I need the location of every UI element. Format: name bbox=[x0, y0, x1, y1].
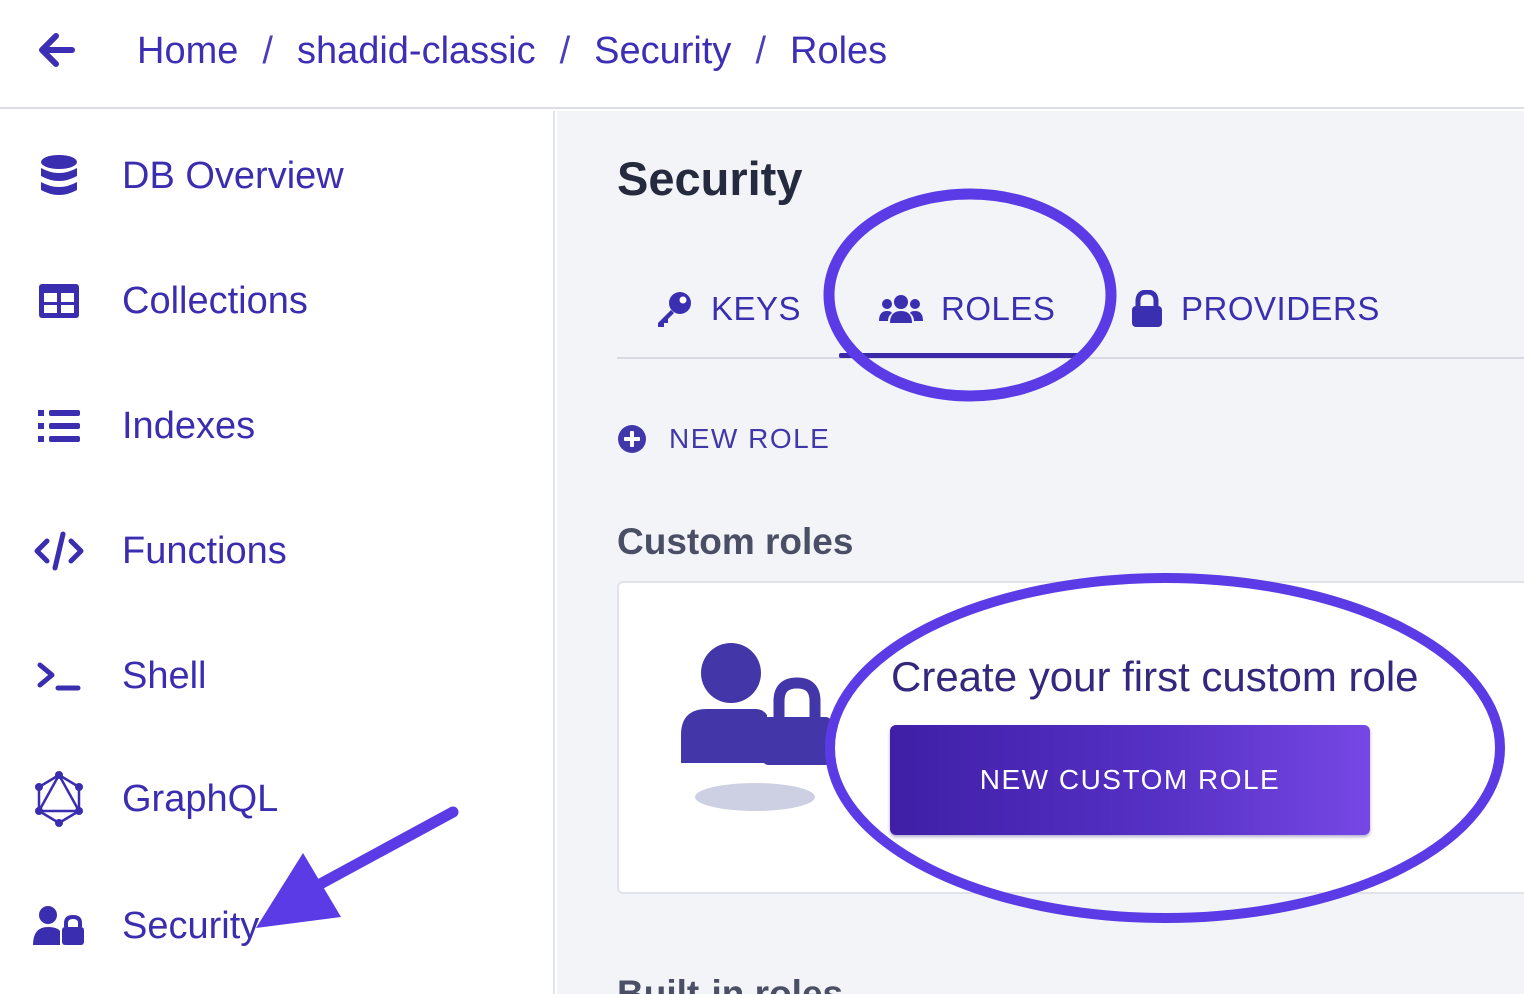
sidebar-item-label: Collections bbox=[122, 279, 308, 322]
breadcrumb-separator: / bbox=[755, 30, 766, 72]
sidebar-item-indexes[interactable]: Indexes bbox=[0, 381, 553, 471]
breadcrumb: Home / shadid-classic / Security / Roles bbox=[137, 30, 887, 73]
breadcrumb-security[interactable]: Security bbox=[594, 30, 731, 73]
database-icon bbox=[30, 149, 88, 203]
new-role-button[interactable]: NEW ROLE bbox=[617, 423, 830, 455]
terminal-icon bbox=[30, 649, 88, 703]
lock-icon bbox=[1132, 290, 1162, 327]
sidebar-item-graphql[interactable]: GraphQL bbox=[0, 754, 553, 844]
new-custom-role-label: NEW CUSTOM ROLE bbox=[979, 764, 1281, 795]
tab-keys[interactable]: KEYS bbox=[655, 261, 801, 357]
sidebar-item-label: GraphQL bbox=[122, 777, 279, 820]
sidebar-item-security[interactable]: Security bbox=[0, 881, 553, 971]
breadcrumb-roles[interactable]: Roles bbox=[790, 30, 887, 73]
main-content: Security KEYS ROLES PROVIDERS NEW ROLE C… bbox=[557, 111, 1524, 994]
sidebar-item-functions[interactable]: Functions bbox=[0, 506, 553, 596]
sidebar-item-label: Shell bbox=[122, 654, 207, 697]
arrow-left-icon bbox=[39, 33, 75, 67]
custom-roles-heading: Custom roles bbox=[617, 521, 854, 562]
users-icon bbox=[879, 295, 923, 323]
code-icon bbox=[30, 524, 88, 578]
key-icon bbox=[658, 292, 691, 327]
tab-bar: KEYS ROLES PROVIDERS bbox=[617, 261, 1524, 359]
table-icon bbox=[30, 274, 88, 328]
tab-label: PROVIDERS bbox=[1181, 290, 1380, 327]
sidebar-item-label: DB Overview bbox=[122, 154, 344, 197]
graphql-icon bbox=[30, 771, 88, 827]
sidebar-item-shell[interactable]: Shell bbox=[0, 631, 553, 721]
sidebar-item-label: Functions bbox=[122, 529, 287, 572]
breadcrumb-separator: / bbox=[559, 30, 571, 72]
sidebar-item-db-overview[interactable]: DB Overview bbox=[0, 131, 553, 221]
tab-roles[interactable]: ROLES bbox=[879, 261, 1055, 357]
plus-circle-icon bbox=[618, 425, 646, 453]
user-lock-icon bbox=[30, 899, 88, 953]
list-icon bbox=[30, 399, 88, 453]
sidebar-item-collections[interactable]: Collections bbox=[0, 256, 553, 346]
custom-roles-empty-card: Create your first custom role NEW CUSTOM… bbox=[617, 581, 1524, 894]
page-title: Security bbox=[617, 152, 803, 205]
builtin-roles-heading: Built-in roles bbox=[617, 973, 844, 994]
sidebar: DB Overview Collections Indexes Function… bbox=[0, 111, 555, 994]
active-tab-indicator bbox=[839, 353, 1089, 358]
tab-providers[interactable]: PROVIDERS bbox=[1131, 261, 1380, 357]
user-lock-illustration bbox=[681, 643, 831, 811]
back-button[interactable] bbox=[30, 28, 82, 72]
empty-state-title: Create your first custom role bbox=[891, 653, 1419, 700]
top-bar: Home / shadid-classic / Security / Roles bbox=[0, 0, 1524, 109]
breadcrumb-database[interactable]: shadid-classic bbox=[297, 30, 536, 73]
tab-label: KEYS bbox=[711, 290, 802, 327]
new-role-label: NEW ROLE bbox=[669, 423, 831, 454]
sidebar-item-label: Security bbox=[122, 904, 260, 947]
new-custom-role-button[interactable]: NEW CUSTOM ROLE bbox=[890, 725, 1370, 835]
breadcrumb-home[interactable]: Home bbox=[137, 30, 238, 73]
sidebar-item-label: Indexes bbox=[122, 404, 256, 447]
tab-label: ROLES bbox=[941, 290, 1056, 327]
breadcrumb-separator: / bbox=[262, 30, 273, 72]
